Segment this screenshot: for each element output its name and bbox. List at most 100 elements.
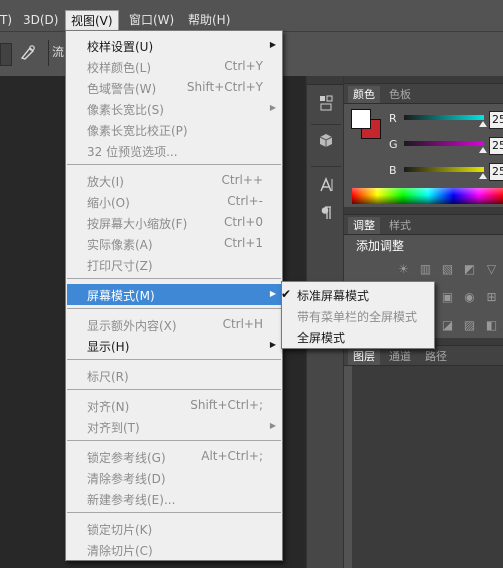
menu-view[interactable]: 视图(V) <box>65 10 119 31</box>
menu-item-fit-on-screen[interactable]: 按屏幕大小缩放(F) Ctrl+0 <box>67 212 281 233</box>
tab-color[interactable]: 颜色 <box>348 86 380 103</box>
panel-header[interactable] <box>344 76 503 84</box>
exposure-icon[interactable]: ◩ <box>462 262 477 276</box>
tab-layers[interactable]: 图层 <box>348 348 380 365</box>
menu-item-extras[interactable]: 显示额外内容(X) Ctrl+H <box>67 314 281 335</box>
menu-item-label: 显示(H) <box>87 340 130 354</box>
menu-item-label: 锁定参考线(G) <box>87 451 166 465</box>
tab-styles[interactable]: 样式 <box>384 217 416 234</box>
threshold-icon[interactable]: ◧ <box>484 318 499 332</box>
menu-item-gamut-warning[interactable]: 色域警告(W) Shift+Ctrl+Y <box>67 77 281 98</box>
menu-item-snap-to[interactable]: 对齐到(T) ▶ <box>67 416 281 437</box>
paragraph-icon[interactable] <box>311 204 341 228</box>
menu-item-snap[interactable]: 对齐(N) Shift+Ctrl+; <box>67 395 281 416</box>
menu-item-32bit-preview[interactable]: 32 位预览选项... <box>67 140 281 161</box>
tab-adjustments[interactable]: 调整 <box>348 217 380 234</box>
panel-header[interactable] <box>344 207 503 215</box>
menu-item-proof-colors[interactable]: 校样颜色(L) Ctrl+Y <box>67 56 281 77</box>
channel-g-thumb[interactable] <box>479 147 487 153</box>
menu-separator <box>67 164 281 165</box>
tab-paths[interactable]: 路径 <box>420 348 452 365</box>
submenu-arrow-icon: ▶ <box>269 421 276 430</box>
menu-item-label: 像素长宽比校正(P) <box>87 124 188 138</box>
menu-item-shortcut: Ctrl+1 <box>223 236 263 250</box>
menu-item-zoom-in[interactable]: 放大(I) Ctrl++ <box>67 170 281 191</box>
menu-item-lock-guides[interactable]: 锁定参考线(G) Alt+Ctrl+; <box>67 446 281 467</box>
character-icon[interactable] <box>311 176 341 200</box>
color-panel-tabs: 颜色 色板 <box>344 84 503 104</box>
menu-item-label: 标准屏幕模式 <box>297 289 370 303</box>
menu-item-lock-slices[interactable]: 锁定切片(K) <box>67 518 281 539</box>
tool-preset-picker[interactable] <box>0 43 12 66</box>
menu-item-screen-mode[interactable]: 屏幕模式(M) ▶ <box>67 284 281 305</box>
tab-swatches[interactable]: 色板 <box>384 86 416 103</box>
menu-item-pixel-aspect-ratio[interactable]: 像素长宽比(S) ▶ <box>67 98 281 119</box>
menu-item-shortcut: Ctrl+0 <box>223 215 263 229</box>
submenu-arrow-icon: ▶ <box>269 103 276 112</box>
channel-r-thumb[interactable] <box>479 121 487 127</box>
menu-item-proof-setup[interactable]: 校样设置(U) ▶ <box>67 35 281 56</box>
brightness-icon[interactable]: ☀ <box>396 262 411 276</box>
channel-g-label: G <box>389 138 398 151</box>
channel-r-value[interactable]: 25 <box>489 111 503 129</box>
levels-icon[interactable]: ▥ <box>418 262 433 276</box>
vibrance-icon[interactable]: ▽ <box>484 262 499 276</box>
menu-item-pixel-aspect-correction[interactable]: 像素长宽比校正(P) <box>67 119 281 140</box>
menu-3d[interactable]: 3D(D) <box>18 10 63 30</box>
tab-channels[interactable]: 通道 <box>384 348 416 365</box>
menu-item-actual-pixels[interactable]: 实际像素(A) Ctrl+1 <box>67 233 281 254</box>
dock-separator <box>311 166 341 167</box>
menu-item-full-screen-mode[interactable]: 全屏模式 <box>283 326 433 347</box>
menu-item-new-guide[interactable]: 新建参考线(E)... <box>67 488 281 509</box>
menu-type[interactable]: T) <box>0 10 17 30</box>
menu-item-shortcut: Shift+Ctrl+Y <box>186 80 263 94</box>
menu-window[interactable]: 窗口(W) <box>124 10 179 30</box>
black-white-icon[interactable]: ▣ <box>440 290 455 304</box>
menu-item-clear-guides[interactable]: 清除参考线(D) <box>67 467 281 488</box>
menu-item-label: 标尺(R) <box>87 370 129 384</box>
submenu-arrow-icon: ▶ <box>269 289 276 298</box>
channel-b-value[interactable]: 25 <box>489 163 503 181</box>
checkmark-icon: ✔ <box>281 287 292 301</box>
channel-b-slider[interactable] <box>404 167 484 172</box>
menu-item-print-size[interactable]: 打印尺寸(Z) <box>67 254 281 275</box>
channel-r-label: R <box>389 112 397 125</box>
menu-separator <box>67 440 281 441</box>
channel-b-thumb[interactable] <box>479 173 487 179</box>
photo-filter-icon[interactable]: ◉ <box>462 290 477 304</box>
channel-r-slider[interactable] <box>404 115 484 120</box>
menu-separator <box>67 359 281 360</box>
dock-header[interactable] <box>307 76 343 85</box>
channel-g-value[interactable]: 25 <box>489 137 503 155</box>
menu-help[interactable]: 帮助(H) <box>183 10 235 30</box>
menu-item-label: 实际像素(A) <box>87 238 153 252</box>
layers-panel-tabs: 图层 通道 路径 <box>344 346 503 366</box>
menu-item-full-screen-with-menubar[interactable]: 带有菜单栏的全屏模式 <box>283 305 433 326</box>
posterize-icon[interactable]: ▨ <box>462 318 477 332</box>
invert-icon[interactable]: ◪ <box>440 318 455 332</box>
brush-icon[interactable] <box>17 43 39 64</box>
curves-icon[interactable]: ▧ <box>440 262 455 276</box>
menu-item-label: 显示额外内容(X) <box>87 319 177 333</box>
menu-item-label: 32 位预览选项... <box>87 145 178 159</box>
menu-item-label: 像素长宽比(S) <box>87 103 164 117</box>
menu-item-zoom-out[interactable]: 缩小(O) Ctrl+- <box>67 191 281 212</box>
menu-item-label: 带有菜单栏的全屏模式 <box>297 310 418 324</box>
menu-item-standard-screen-mode[interactable]: ✔ 标准屏幕模式 <box>281 284 433 305</box>
submenu-arrow-icon: ▶ <box>269 40 276 49</box>
3d-cube-icon[interactable] <box>311 132 341 156</box>
channel-g-slider[interactable] <box>404 141 484 146</box>
menu-item-clear-slices[interactable]: 清除切片(C) <box>67 539 281 560</box>
menu-item-shortcut: Ctrl+- <box>227 194 263 208</box>
color-spectrum-shade <box>352 188 503 204</box>
layers-list[interactable] <box>352 366 503 568</box>
menu-item-rulers[interactable]: 标尺(R) <box>67 365 281 386</box>
menu-item-label: 清除切片(C) <box>87 544 153 558</box>
adjustments-title: 添加调整 <box>356 239 405 253</box>
foreground-color-swatch[interactable] <box>351 109 371 129</box>
submenu-arrow-icon: ▶ <box>269 340 276 349</box>
menu-item-label: 新建参考线(E)... <box>87 493 176 507</box>
history-icon[interactable] <box>311 94 341 118</box>
menu-item-show[interactable]: 显示(H) ▶ <box>67 335 281 356</box>
channel-mixer-icon[interactable]: ⊞ <box>484 290 499 304</box>
